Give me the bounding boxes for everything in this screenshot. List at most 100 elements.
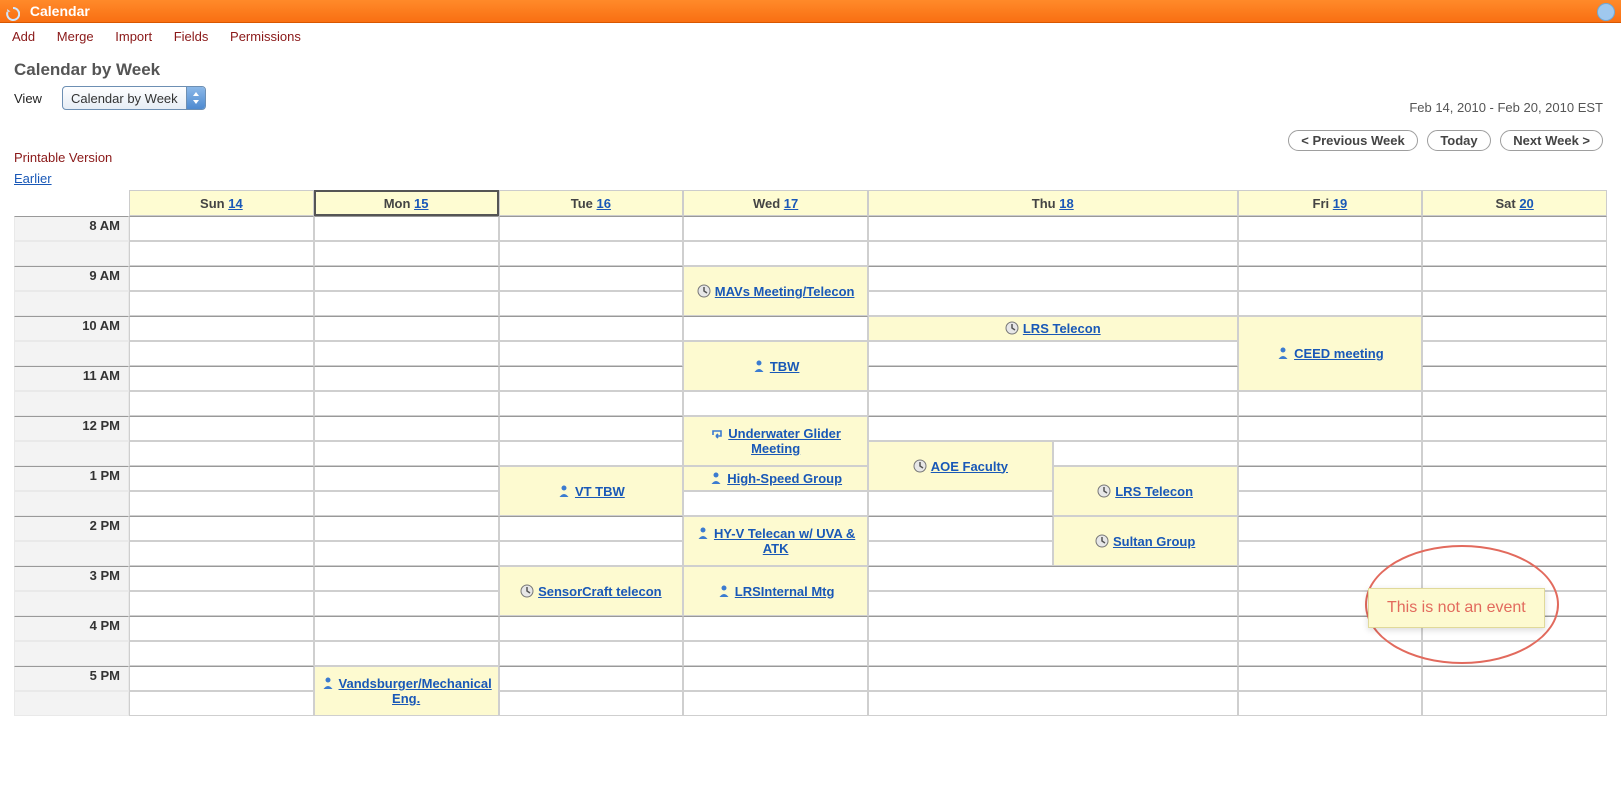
grid-cell[interactable]	[683, 491, 868, 516]
grid-cell[interactable]	[868, 491, 1053, 516]
grid-cell[interactable]	[1238, 491, 1423, 516]
event-link[interactable]: LRSInternal Mtg	[735, 584, 835, 599]
grid-cell[interactable]	[1238, 541, 1423, 566]
grid-cell[interactable]	[314, 341, 499, 366]
grid-cell[interactable]	[1422, 666, 1607, 691]
grid-cell[interactable]	[868, 691, 1238, 716]
printable-version-link[interactable]: Printable Version	[14, 150, 1607, 165]
event-link[interactable]: Sultan Group	[1113, 534, 1195, 549]
grid-cell[interactable]	[1422, 291, 1607, 316]
grid-cell[interactable]	[129, 666, 314, 691]
grid-cell[interactable]	[683, 616, 868, 641]
grid-cell[interactable]	[868, 641, 1238, 666]
grid-cell[interactable]	[129, 541, 314, 566]
grid-cell[interactable]	[868, 566, 1238, 591]
event-link[interactable]: LRS Telecon	[1115, 484, 1193, 499]
event-link[interactable]: MAVs Meeting/Telecon	[715, 284, 855, 299]
event-vt_tbw[interactable]: VT TBW	[499, 466, 684, 516]
grid-cell[interactable]	[1238, 641, 1423, 666]
grid-cell[interactable]	[868, 266, 1238, 291]
event-lrs1[interactable]: LRS Telecon	[1053, 466, 1238, 516]
grid-cell[interactable]	[683, 316, 868, 341]
day-link-16[interactable]: 16	[597, 196, 611, 211]
grid-cell[interactable]	[1238, 291, 1423, 316]
event-high_speed[interactable]: High-Speed Group	[683, 466, 868, 491]
grid-cell[interactable]	[868, 366, 1238, 391]
grid-cell[interactable]	[499, 391, 684, 416]
grid-cell[interactable]	[1238, 441, 1423, 466]
event-sultan[interactable]: Sultan Group	[1053, 516, 1238, 566]
grid-cell[interactable]	[129, 441, 314, 466]
grid-cell[interactable]	[1238, 241, 1423, 266]
grid-cell[interactable]	[499, 441, 684, 466]
grid-cell[interactable]	[1238, 416, 1423, 441]
grid-cell[interactable]	[868, 591, 1238, 616]
event-vandsburger[interactable]: Vandsburger/Mechanical Eng.	[314, 666, 499, 716]
grid-cell[interactable]	[868, 616, 1238, 641]
grid-cell[interactable]	[868, 541, 1053, 566]
grid-cell[interactable]	[1422, 691, 1607, 716]
grid-cell[interactable]	[314, 516, 499, 541]
grid-cell[interactable]	[499, 241, 684, 266]
grid-cell[interactable]	[1422, 216, 1607, 241]
grid-cell[interactable]	[129, 591, 314, 616]
grid-cell[interactable]	[129, 491, 314, 516]
grid-cell[interactable]	[683, 391, 868, 416]
grid-cell[interactable]	[129, 366, 314, 391]
grid-cell[interactable]	[1422, 541, 1607, 566]
grid-cell[interactable]	[314, 566, 499, 591]
grid-cell[interactable]	[1238, 391, 1423, 416]
grid-cell[interactable]	[683, 666, 868, 691]
grid-cell[interactable]	[1238, 466, 1423, 491]
day-link-19[interactable]: 19	[1333, 196, 1347, 211]
help-icon[interactable]	[1597, 3, 1615, 21]
grid-cell[interactable]	[683, 641, 868, 666]
day-link-14[interactable]: 14	[228, 196, 242, 211]
earlier-link[interactable]: Earlier	[14, 171, 1607, 186]
grid-cell[interactable]	[499, 666, 684, 691]
view-select[interactable]: Calendar by Week	[62, 86, 206, 110]
event-link[interactable]: CEED meeting	[1294, 346, 1384, 361]
fields-link[interactable]: Fields	[174, 29, 209, 44]
grid-cell[interactable]	[868, 416, 1238, 441]
grid-cell[interactable]	[1422, 441, 1607, 466]
grid-cell[interactable]	[314, 241, 499, 266]
event-sensorcraft[interactable]: SensorCraft telecon	[499, 566, 684, 616]
event-tbw[interactable]: TBW	[683, 341, 868, 391]
grid-cell[interactable]	[314, 416, 499, 441]
grid-cell[interactable]	[683, 691, 868, 716]
grid-cell[interactable]	[314, 216, 499, 241]
event-link[interactable]: AOE Faculty	[931, 459, 1008, 474]
grid-cell[interactable]	[314, 616, 499, 641]
import-link[interactable]: Import	[115, 29, 152, 44]
grid-cell[interactable]	[1422, 491, 1607, 516]
grid-cell[interactable]	[1238, 216, 1423, 241]
grid-cell[interactable]	[129, 616, 314, 641]
event-link[interactable]: SensorCraft telecon	[538, 584, 662, 599]
grid-cell[interactable]	[499, 341, 684, 366]
grid-cell[interactable]	[129, 341, 314, 366]
grid-cell[interactable]	[314, 291, 499, 316]
grid-cell[interactable]	[499, 291, 684, 316]
grid-cell[interactable]	[314, 391, 499, 416]
event-hyv[interactable]: HY-V Telecan w/ UVA & ATK	[683, 516, 868, 566]
grid-cell[interactable]	[1422, 266, 1607, 291]
day-link-18[interactable]: 18	[1059, 196, 1073, 211]
grid-cell[interactable]	[314, 491, 499, 516]
grid-cell[interactable]	[683, 241, 868, 266]
event-lrs10[interactable]: LRS Telecon	[868, 316, 1238, 341]
grid-cell[interactable]	[499, 266, 684, 291]
grid-cell[interactable]	[314, 266, 499, 291]
day-link-15[interactable]: 15	[414, 196, 428, 211]
grid-cell[interactable]	[314, 466, 499, 491]
grid-cell[interactable]	[129, 691, 314, 716]
grid-cell[interactable]	[1053, 441, 1238, 466]
grid-cell[interactable]	[314, 316, 499, 341]
event-link[interactable]: Underwater Glider Meeting	[728, 426, 841, 456]
grid-cell[interactable]	[1238, 266, 1423, 291]
grid-cell[interactable]	[129, 391, 314, 416]
grid-cell[interactable]	[1422, 391, 1607, 416]
event-ceed[interactable]: CEED meeting	[1238, 316, 1423, 391]
grid-cell[interactable]	[868, 516, 1053, 541]
grid-cell[interactable]	[129, 466, 314, 491]
